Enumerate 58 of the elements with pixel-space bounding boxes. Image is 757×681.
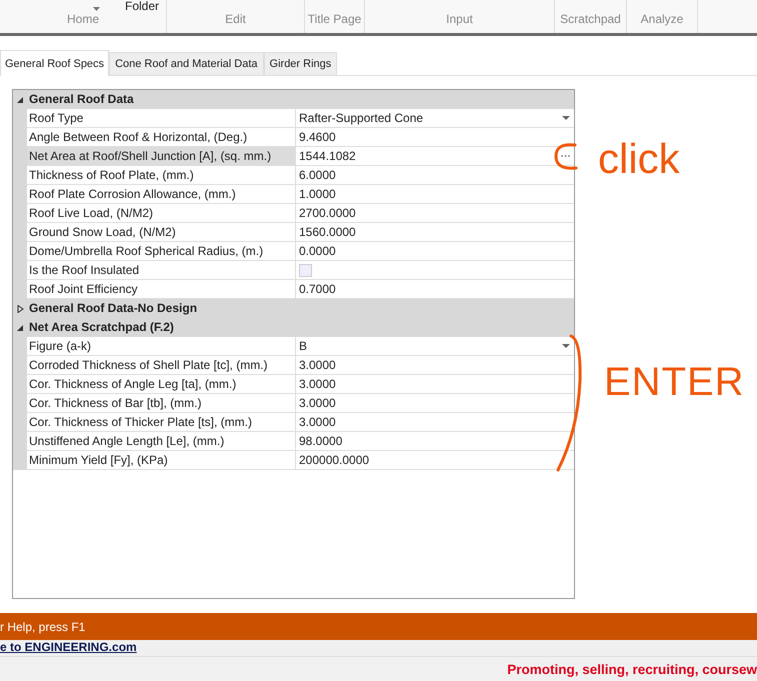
- dropdown-caret-icon[interactable]: [93, 7, 100, 11]
- property-value[interactable]: 3.0000: [299, 377, 570, 391]
- property-value[interactable]: 0.7000: [299, 282, 570, 296]
- property-value[interactable]: 98.0000: [299, 434, 570, 448]
- ribbon-group-label: Analyze: [640, 12, 684, 26]
- property-value[interactable]: 1560.0000: [299, 225, 570, 239]
- property-value[interactable]: 200000.0000: [299, 453, 570, 467]
- property-name[interactable]: Thickness of Roof Plate, (mm.): [27, 166, 296, 185]
- dropdown-arrow-icon[interactable]: [562, 116, 570, 120]
- tab[interactable]: Girder Rings: [264, 52, 338, 75]
- property-value[interactable]: 9.4600: [299, 130, 570, 144]
- property-name[interactable]: Roof Live Load, (N/M2): [27, 204, 296, 223]
- property-value[interactable]: 3.0000: [299, 396, 570, 410]
- property-value[interactable]: 1.0000: [299, 187, 570, 201]
- checkbox[interactable]: [299, 264, 312, 276]
- ribbon-group-label: Input: [446, 12, 473, 26]
- property-name[interactable]: Unstiffened Angle Length [Le], (mm.): [27, 432, 296, 451]
- property-name[interactable]: Ground Snow Load, (N/M2): [27, 223, 296, 242]
- property-name[interactable]: Is the Roof Insulated: [27, 261, 296, 280]
- property-name[interactable]: Corroded Thickness of Shell Plate [tc], (mm.): [27, 356, 296, 375]
- property-value[interactable]: 1544.1082: [299, 149, 561, 163]
- property-name[interactable]: Cor. Thickness of Angle Leg [ta], (mm.): [27, 375, 296, 394]
- property-name[interactable]: Minimum Yield [Fy], (KPa): [27, 451, 296, 470]
- handwritten-note: click: [598, 138, 680, 180]
- link[interactable]: e to ENGINEERING.com: [0, 640, 137, 654]
- property-value[interactable]: 3.0000: [299, 358, 570, 372]
- ribbon-group-label: Edit: [225, 12, 246, 26]
- promo-text: Promoting, selling, recruiting, coursew: [507, 662, 757, 676]
- property-value[interactable]: 6.0000: [299, 168, 570, 182]
- row-header: [13, 451, 27, 470]
- property-value[interactable]: 0.0000: [299, 244, 570, 258]
- tab[interactable]: General Roof Specs: [0, 50, 110, 76]
- property-name[interactable]: Cor. Thickness of Bar [tb], (mm.): [27, 394, 296, 413]
- property-name[interactable]: Roof Plate Corrosion Allowance, (mm.): [27, 185, 296, 204]
- ribbon-group-label: Title Page: [308, 12, 362, 26]
- expand-icon[interactable]: [16, 304, 24, 312]
- property-value[interactable]: 2700.0000: [299, 206, 570, 220]
- handwritten-note: ENTER: [604, 362, 745, 402]
- collapse-icon[interactable]: [16, 96, 24, 104]
- dropdown-arrow-icon[interactable]: [562, 344, 570, 348]
- ribbon-label: Folder: [125, 0, 160, 12]
- tab[interactable]: Cone Roof and Material Data: [109, 52, 264, 75]
- category-title: General Roof Data: [28, 91, 134, 108]
- property-value[interactable]: 3.0000: [299, 415, 570, 429]
- property-value[interactable]: Rafter-Supported Cone: [299, 111, 562, 125]
- ribbon-group-label: Scratchpad: [560, 12, 621, 26]
- ribbon-group-label: Home: [66, 12, 99, 26]
- property-value[interactable]: B: [299, 339, 562, 353]
- hand-drawn-bracket: [554, 143, 578, 170]
- property-name[interactable]: Cor. Thickness of Thicker Plate [ts], (mm.): [27, 413, 296, 432]
- category-title: Net Area Scratchpad (F.2): [28, 319, 174, 336]
- property-name[interactable]: Figure (a-k): [27, 337, 296, 356]
- property-name[interactable]: Roof Type: [27, 109, 296, 128]
- property-name[interactable]: Dome/Umbrella Roof Spherical Radius, (m.): [27, 242, 296, 261]
- status-text: r Help, press F1: [0, 620, 86, 634]
- property-name[interactable]: Net Area at Roof/Shell Junction [A], (sq. mm.): [27, 147, 296, 166]
- category-title: General Roof Data-No Design: [28, 300, 198, 317]
- collapse-icon[interactable]: [16, 324, 24, 332]
